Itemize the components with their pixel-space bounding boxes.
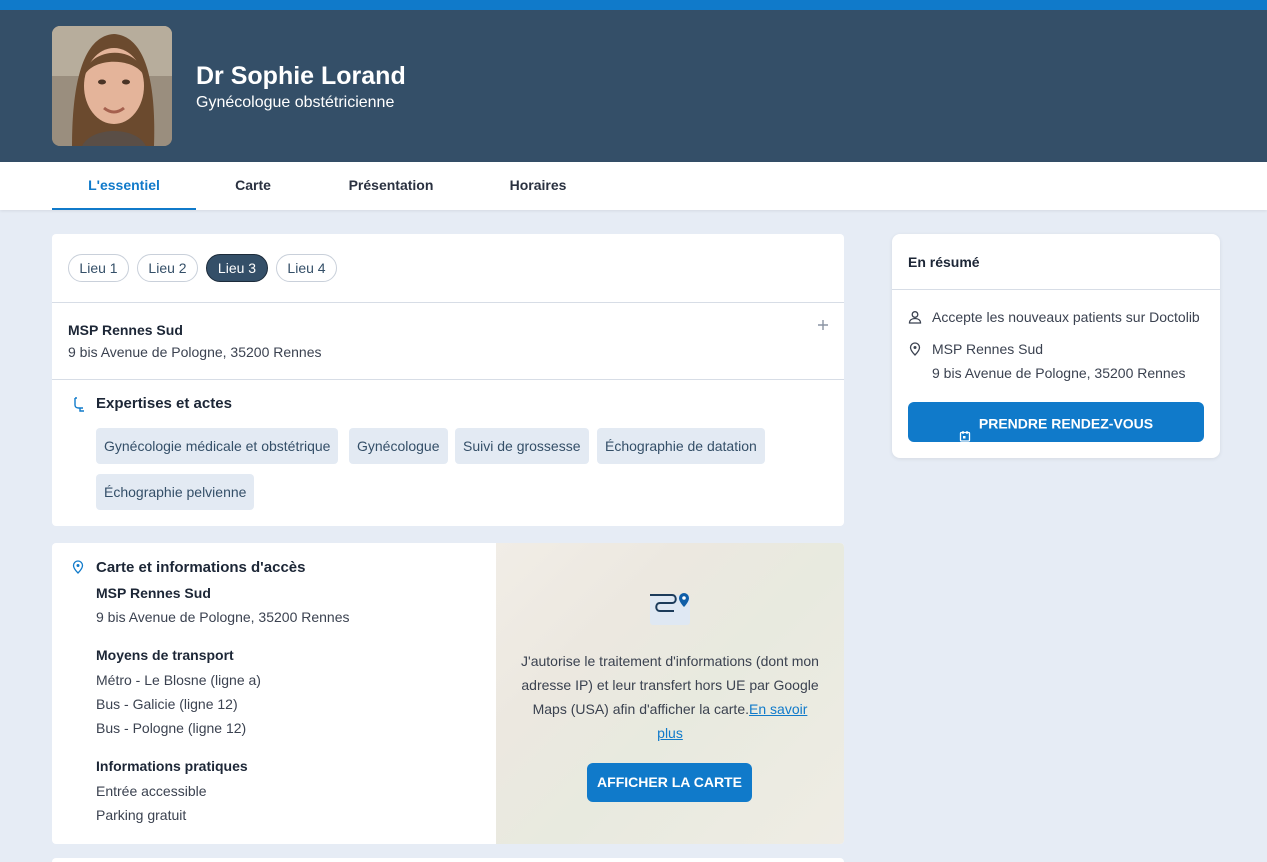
- show-map-button[interactable]: AFFICHER LA CARTE: [587, 763, 752, 802]
- tab-carte[interactable]: Carte: [212, 162, 294, 210]
- location-card: Lieu 1 Lieu 2 Lieu 3 Lieu 4 MSP Rennes S…: [52, 234, 844, 526]
- next-card: [52, 858, 844, 862]
- summary-location-address: 9 bis Avenue de Pologne, 35200 Rennes: [932, 365, 1186, 381]
- tab-presentation[interactable]: Présentation: [334, 162, 448, 210]
- lieu-4-pill[interactable]: Lieu 4: [276, 254, 337, 282]
- divider: [52, 302, 844, 303]
- doctor-name: Dr Sophie Lorand: [196, 62, 406, 90]
- info-item: Entrée accessible: [96, 783, 207, 799]
- summary-card: En résumé Accepte les nouveaux patients …: [892, 234, 1220, 458]
- access-location-name: MSP Rennes Sud: [96, 585, 211, 601]
- profile-header: Dr Sophie Lorand Gynécologue obstétricie…: [0, 10, 1267, 162]
- lieu-1-pill[interactable]: Lieu 1: [68, 254, 129, 282]
- location-pin-icon: [72, 560, 84, 574]
- access-title: Carte et informations d'accès: [96, 559, 306, 576]
- lieu-3-pill[interactable]: Lieu 3: [206, 254, 268, 282]
- accepts-new-patients: Accepte les nouveaux patients sur Doctol…: [932, 309, 1200, 325]
- transport-item: Métro - Le Blosne (ligne a): [96, 672, 261, 688]
- summary-location-name: MSP Rennes Sud: [932, 341, 1044, 357]
- info-item: Parking gratuit: [96, 807, 187, 823]
- user-icon: [908, 310, 922, 324]
- map-consent-text: J'autorise le traitement d'informations …: [520, 649, 820, 745]
- access-location-address: 9 bis Avenue de Pologne, 35200 Rennes: [96, 609, 350, 625]
- expertise-chip: Gynécologue: [349, 428, 448, 464]
- access-card: Carte et informations d'accès MSP Rennes…: [52, 543, 844, 844]
- expertise-chip: Suivi de grossesse: [455, 428, 589, 464]
- divider: [52, 379, 844, 380]
- expertise-chip: Gynécologie médicale et obstétrique: [96, 428, 339, 464]
- map-route-icon: [646, 589, 694, 629]
- location-address: 9 bis Avenue de Pologne, 35200 Rennes: [68, 344, 322, 360]
- tab-horaires[interactable]: Horaires: [494, 162, 582, 210]
- book-appointment-label: PRENDRE RENDEZ-VOUS: [978, 415, 1154, 432]
- book-appointment-button[interactable]: PRENDRE RENDEZ-VOUS: [908, 402, 1204, 442]
- profile-tabs: L'essentiel Carte Présentation Horaires: [0, 162, 1267, 210]
- transport-title: Moyens de transport: [96, 647, 234, 663]
- doctor-specialty: Gynécologue obstétricienne: [196, 94, 395, 111]
- doctor-avatar: [52, 26, 172, 146]
- info-title: Informations pratiques: [96, 758, 248, 774]
- map-placeholder: J'autorise le traitement d'informations …: [496, 543, 844, 844]
- lieu-2-pill[interactable]: Lieu 2: [137, 254, 198, 282]
- transport-item: Bus - Galicie (ligne 12): [96, 696, 238, 712]
- summary-title: En résumé: [908, 254, 980, 270]
- calendar-icon: [959, 417, 971, 442]
- location-pin-icon: [909, 342, 921, 356]
- expertise-chip: Échographie pelvienne: [96, 474, 255, 510]
- expand-plus-icon[interactable]: [816, 318, 830, 332]
- top-accent-bar: [0, 0, 1267, 10]
- transport-item: Bus - Pologne (ligne 12): [96, 720, 247, 736]
- expertise-icon: [72, 396, 86, 412]
- expertise-chip: Échographie de datation: [597, 428, 765, 464]
- divider: [892, 289, 1220, 290]
- location-name: MSP Rennes Sud: [68, 322, 183, 338]
- expertises-title: Expertises et actes: [96, 395, 232, 412]
- tab-essentiel[interactable]: L'essentiel: [52, 162, 196, 210]
